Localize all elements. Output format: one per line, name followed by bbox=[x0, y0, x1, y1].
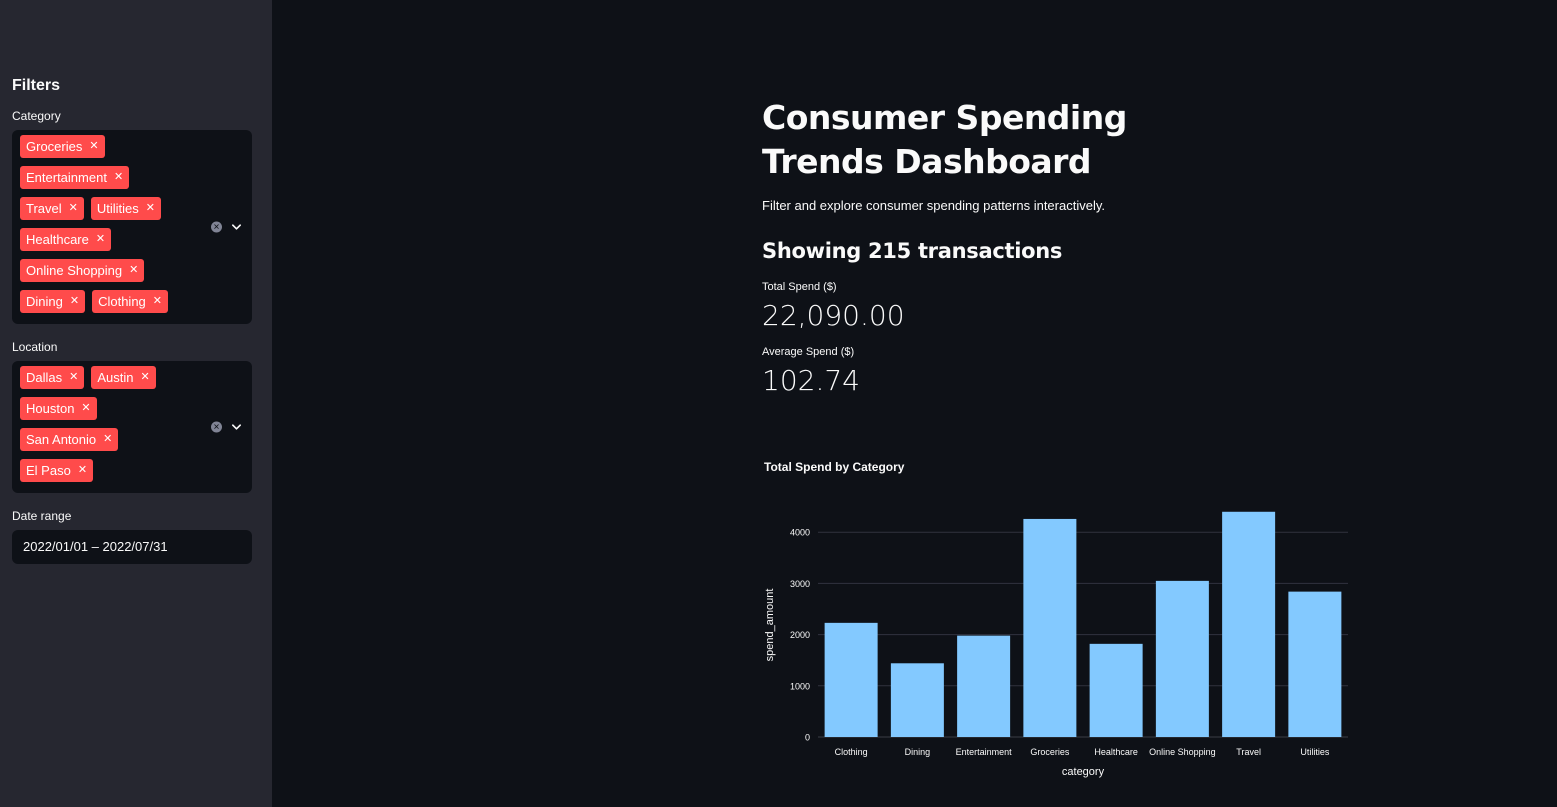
remove-chip-icon[interactable]: ✕ bbox=[89, 135, 98, 158]
x-tick-label: Utilities bbox=[1300, 747, 1330, 757]
chart-bars bbox=[824, 511, 1342, 737]
sidebar: Filters Category Groceries ✕ Entertainment… bbox=[0, 0, 272, 807]
remove-chip-icon[interactable]: ✕ bbox=[96, 228, 105, 251]
selected-chip[interactable]: Utilities ✕ bbox=[90, 197, 161, 220]
selected-chip[interactable]: Dining ✕ bbox=[20, 290, 86, 313]
selected-chip[interactable]: El Paso ✕ bbox=[20, 459, 94, 482]
chip-label: Utilities bbox=[96, 201, 139, 216]
metric-label: Average Spend ($) bbox=[762, 346, 855, 358]
chip-label: Austin bbox=[97, 370, 134, 385]
chip-label: El Paso bbox=[26, 463, 71, 478]
main-content: Consumer Spending Trends Dashboard Filte… bbox=[762, 96, 1402, 397]
y-axis-label: spend_amount bbox=[764, 589, 776, 662]
chip-label: San Antonio bbox=[26, 432, 97, 447]
category-label: Category bbox=[12, 109, 61, 123]
remove-chip-icon[interactable]: ✕ bbox=[81, 397, 90, 420]
location-label: Location bbox=[12, 340, 58, 354]
bar[interactable] bbox=[1222, 511, 1276, 737]
y-tick-label: 2000 bbox=[790, 630, 810, 640]
bar[interactable] bbox=[1288, 591, 1342, 737]
x-tick-label: Entertainment bbox=[956, 747, 1013, 757]
bar[interactable] bbox=[890, 663, 944, 737]
bar-chart-svg[interactable]: Total Spend by Category 0 1000 2000 3000 400… bbox=[760, 450, 1360, 790]
remove-chip-icon[interactable]: ✕ bbox=[129, 259, 138, 282]
chip-label: Online Shopping bbox=[26, 263, 123, 278]
date-range-input[interactable]: 2022/01/01 – 2022/07/31 bbox=[12, 530, 252, 564]
selected-chip[interactable]: Dallas ✕ bbox=[20, 366, 85, 389]
chip-label: Dallas bbox=[26, 370, 63, 385]
chip-label: Travel bbox=[26, 201, 62, 216]
y-tick-label: 3000 bbox=[790, 579, 810, 589]
page-caption: Filter and explore consumer spending pat… bbox=[762, 198, 1105, 213]
transactions-subheader: Showing 215 transactions bbox=[762, 239, 1063, 263]
y-tick-label: 0 bbox=[805, 733, 810, 743]
selected-chip[interactable]: Healthcare ✕ bbox=[20, 228, 112, 251]
metric-value: 22,090.00 bbox=[762, 299, 905, 332]
sidebar-title: Filters bbox=[12, 77, 61, 94]
remove-chip-icon[interactable]: ✕ bbox=[153, 290, 162, 313]
selected-chip[interactable]: Austin ✕ bbox=[91, 366, 156, 389]
clear-all-icon[interactable]: ✕ bbox=[211, 421, 222, 433]
bar[interactable] bbox=[824, 622, 878, 737]
selected-chip[interactable]: Travel ✕ bbox=[20, 197, 84, 220]
category-controls: ✕ bbox=[211, 221, 242, 233]
y-tick-label: 1000 bbox=[790, 681, 810, 691]
x-tick-label: Online Shopping bbox=[1149, 747, 1216, 757]
bar[interactable] bbox=[957, 635, 1011, 737]
chip-label: Groceries bbox=[26, 139, 83, 154]
x-tick-label: Clothing bbox=[835, 747, 868, 757]
selected-chip[interactable]: Online Shopping ✕ bbox=[20, 259, 145, 282]
bar[interactable] bbox=[1089, 643, 1143, 737]
selected-chip[interactable]: Entertainment ✕ bbox=[20, 166, 130, 189]
location-multiselect[interactable]: Dallas ✕ Austin ✕ Houston ✕ San Antonio ✕ El Pas… bbox=[12, 361, 252, 493]
metric-value: 102.74 bbox=[762, 364, 860, 397]
x-tick-label: Dining bbox=[905, 747, 931, 757]
selected-chip[interactable]: Groceries ✕ bbox=[20, 135, 105, 158]
chip-label: Healthcare bbox=[26, 232, 89, 247]
bar[interactable] bbox=[1155, 580, 1209, 737]
clear-all-icon[interactable]: ✕ bbox=[211, 221, 222, 233]
x-tick-label: Travel bbox=[1236, 747, 1261, 757]
remove-chip-icon[interactable]: ✕ bbox=[140, 366, 149, 389]
metric-average-spend: Average Spend ($) 102.74 bbox=[762, 346, 1402, 397]
y-tick-label: 4000 bbox=[790, 528, 810, 538]
chip-label: Houston bbox=[26, 401, 75, 416]
selected-chip[interactable]: Houston ✕ bbox=[20, 397, 97, 420]
location-chips: Dallas ✕ Austin ✕ Houston ✕ San Antonio ✕ El Pas… bbox=[20, 366, 192, 490]
category-multiselect[interactable]: Groceries ✕ Entertainment ✕ Travel ✕ Utilities… bbox=[12, 130, 252, 324]
x-tick-label: Healthcare bbox=[1094, 747, 1138, 757]
x-axis-label: category bbox=[1062, 766, 1105, 778]
remove-chip-icon[interactable]: ✕ bbox=[69, 197, 78, 220]
remove-chip-icon[interactable]: ✕ bbox=[114, 166, 123, 189]
remove-chip-icon[interactable]: ✕ bbox=[69, 366, 78, 389]
remove-chip-icon[interactable]: ✕ bbox=[70, 290, 79, 313]
x-tick-label: Groceries bbox=[1030, 747, 1070, 757]
chip-label: Dining bbox=[26, 294, 63, 309]
selected-chip[interactable]: Clothing ✕ bbox=[92, 290, 168, 313]
bar[interactable] bbox=[1023, 518, 1077, 737]
selected-chip[interactable]: San Antonio ✕ bbox=[20, 428, 119, 451]
chart-title: Total Spend by Category bbox=[764, 460, 905, 474]
chevron-down-icon[interactable] bbox=[231, 422, 242, 433]
date-range-label: Date range bbox=[12, 509, 72, 523]
chevron-down-icon[interactable] bbox=[231, 222, 242, 233]
chip-label: Clothing bbox=[98, 294, 146, 309]
location-controls: ✕ bbox=[211, 421, 242, 433]
metric-label: Total Spend ($) bbox=[762, 281, 837, 293]
metric-total-spend: Total Spend ($) 22,090.00 bbox=[762, 281, 1402, 332]
category-chips: Groceries ✕ Entertainment ✕ Travel ✕ Utilities… bbox=[20, 135, 192, 321]
chip-label: Entertainment bbox=[26, 170, 107, 185]
remove-chip-icon[interactable]: ✕ bbox=[146, 197, 155, 220]
remove-chip-icon[interactable]: ✕ bbox=[78, 459, 87, 482]
remove-chip-icon[interactable]: ✕ bbox=[103, 428, 112, 451]
page-title: Consumer Spending Trends Dashboard bbox=[762, 98, 1127, 181]
spend-by-category-chart[interactable]: Total Spend by Category 0 1000 2000 3000 400… bbox=[760, 450, 1360, 790]
